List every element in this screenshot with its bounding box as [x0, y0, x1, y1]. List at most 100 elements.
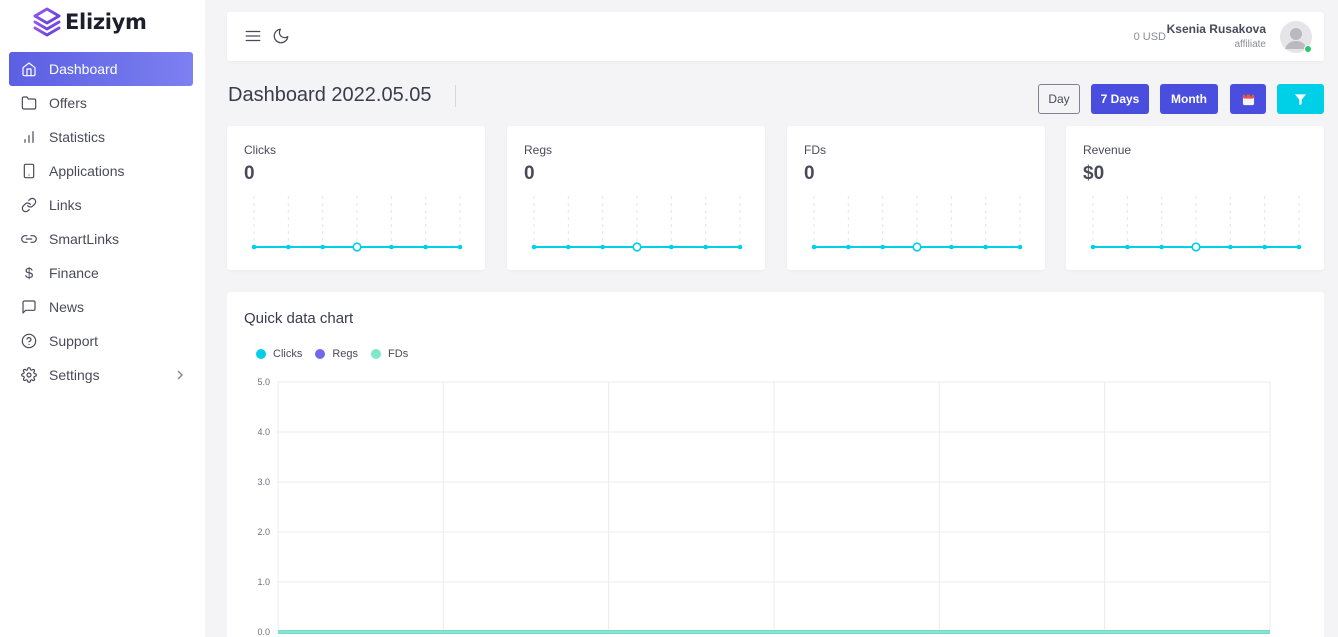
message-square-icon [21, 299, 37, 315]
stat-card-fds: FDs 0 [787, 126, 1045, 270]
spark-point [1159, 244, 1164, 250]
spark-point [320, 244, 325, 250]
legend-item-regs[interactable]: Regs [315, 348, 358, 360]
spark-point-active [352, 242, 362, 252]
menu-icon[interactable] [244, 27, 262, 45]
title-divider [455, 85, 456, 107]
month-filter-button[interactable]: Month [1160, 84, 1218, 114]
spark-point [1262, 244, 1267, 250]
stat-value: 0 [804, 163, 815, 184]
sidebar-item-label: Support [49, 333, 99, 349]
stat-label: Revenue [1083, 143, 1132, 157]
sidebar-item-smartlinks[interactable]: SmartLinks [9, 222, 193, 256]
y-tick-label: 3.0 [257, 477, 270, 487]
user-name[interactable]: Ksenia Rusakova [1167, 22, 1266, 36]
spark-point-active [912, 242, 922, 252]
sidebar-nav: Dashboard Offers Statistics Applications… [9, 52, 193, 392]
spark-point [949, 244, 954, 250]
online-status-dot [1304, 45, 1312, 53]
calendar-button[interactable] [1230, 84, 1266, 114]
y-tick-label: 2.0 [257, 527, 270, 537]
help-circle-icon [21, 333, 37, 349]
moon-icon[interactable] [272, 27, 290, 45]
spark-point [737, 244, 743, 250]
sidebar-item-finance[interactable]: $ Finance [9, 256, 193, 290]
spark-point [566, 244, 571, 250]
chart-title: Quick data chart [244, 310, 354, 327]
home-icon [21, 61, 37, 77]
legend-item-clicks[interactable]: Clicks [256, 348, 302, 360]
sidebar-item-label: Statistics [49, 129, 106, 145]
spark-point-active [1191, 242, 1201, 252]
day-filter-button[interactable]: Day [1038, 84, 1080, 114]
stat-label: FDs [804, 143, 826, 157]
y-tick-label: 5.0 [257, 377, 270, 387]
spark-point [811, 244, 817, 250]
spark-point [531, 244, 537, 250]
spark-point [1296, 244, 1302, 250]
seven-days-filter-button[interactable]: 7 Days [1091, 84, 1149, 114]
chevron-right-icon [175, 368, 185, 382]
filter-button[interactable] [1277, 84, 1324, 114]
sidebar-item-label: Applications [49, 163, 125, 179]
link-icon [21, 197, 37, 213]
spark-point [457, 244, 463, 250]
legend-label: Clicks [273, 348, 303, 360]
spark-point [669, 244, 674, 250]
dollar-sign-icon: $ [24, 264, 34, 282]
sidebar-item-news[interactable]: News [9, 290, 193, 324]
page-title: Dashboard 2022.05.05 [228, 84, 432, 106]
legend-label: Regs [332, 348, 359, 360]
sidebar: Eliziym Dashboard Offers Statistics Appl… [0, 0, 205, 637]
spark-point [251, 244, 257, 250]
stat-card-regs: Regs 0 [507, 126, 765, 270]
sidebar-item-applications[interactable]: Applications [9, 154, 193, 188]
y-tick-label: 4.0 [257, 427, 270, 437]
sparkline [811, 196, 1023, 252]
spark-point [1090, 244, 1096, 250]
link-2-icon [21, 231, 37, 247]
sidebar-item-label: Links [49, 197, 82, 213]
top-bar: 0 USD Ksenia Rusakova affiliate [227, 12, 1324, 61]
spark-point [286, 244, 291, 250]
spark-point [880, 244, 885, 250]
sidebar-item-support[interactable]: Support [9, 324, 193, 358]
calendar-icon [1242, 93, 1254, 105]
stat-value: 0 [244, 163, 255, 184]
sidebar-item-label: Finance [49, 265, 99, 281]
legend-item-fds[interactable]: FDs [371, 348, 408, 360]
stat-label: Regs [524, 143, 553, 157]
spark-point [1228, 244, 1233, 250]
filter-icon [1294, 93, 1307, 105]
settings-icon [21, 367, 37, 383]
stat-value: 0 [524, 163, 535, 184]
sidebar-item-offers[interactable]: Offers [9, 86, 193, 120]
sidebar-item-statistics[interactable]: Statistics [9, 120, 193, 154]
spark-point-active [632, 242, 642, 252]
sidebar-item-settings[interactable]: Settings [9, 358, 193, 392]
folder-icon [21, 95, 37, 111]
spark-point [1017, 244, 1023, 250]
spark-point [600, 244, 605, 250]
logo-icon [33, 7, 61, 37]
legend-dot [256, 349, 266, 359]
sidebar-item-links[interactable]: Links [9, 188, 193, 222]
spark-point [423, 244, 428, 250]
balance-amount: 0 USD [1133, 31, 1166, 43]
spark-point [846, 244, 851, 250]
chart-legend: Clicks Regs FDs [256, 348, 421, 360]
stat-card-revenue: Revenue $0 [1066, 126, 1324, 270]
sparkline [531, 196, 743, 252]
bar-chart-icon [21, 129, 37, 145]
chart-plot: 0.0 1.0 2.0 3.0 4.0 5.0 [257, 377, 1271, 637]
sidebar-item-label: News [49, 299, 85, 315]
sparkline [251, 196, 463, 252]
sidebar-item-label: Offers [49, 95, 87, 111]
legend-label: FDs [388, 348, 409, 360]
legend-dot [371, 349, 382, 359]
y-tick-label: 1.0 [257, 577, 270, 587]
sidebar-item-label: Dashboard [49, 61, 118, 77]
brand-logo[interactable]: Eliziym [31, 6, 147, 38]
spark-point [983, 244, 988, 250]
sidebar-item-dashboard[interactable]: Dashboard [9, 52, 193, 86]
